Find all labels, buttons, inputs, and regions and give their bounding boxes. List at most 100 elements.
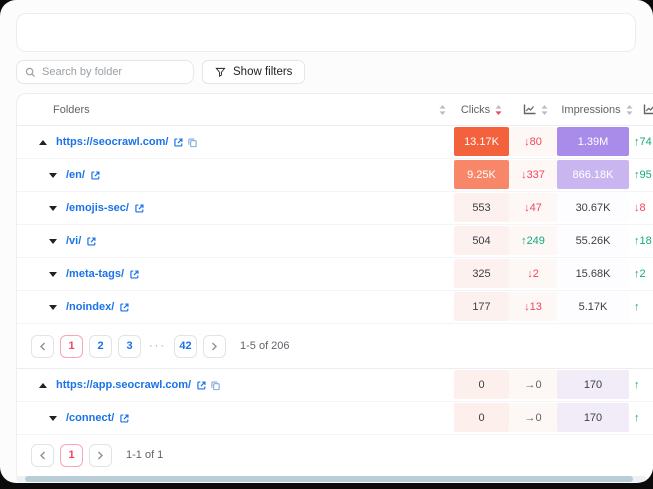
search-box[interactable]: [16, 60, 194, 84]
page-button-2[interactable]: 2: [89, 335, 112, 358]
external-link-icon[interactable]: [119, 302, 130, 313]
expander-toggle-icon[interactable]: [39, 383, 47, 388]
impressions-cell: 15.68K: [557, 259, 629, 288]
sort-icon-active-desc[interactable]: [495, 105, 502, 115]
pagination-ellipsis: ···: [149, 340, 166, 352]
expander-toggle-icon[interactable]: [49, 272, 57, 277]
folder-cell: /noindex/: [17, 291, 454, 323]
prev-page-button[interactable]: [31, 444, 54, 467]
impressions-delta-cell: ↑95: [629, 160, 653, 189]
external-link-icon[interactable]: [134, 203, 145, 214]
folder-cell: /emojis-sec/: [17, 192, 454, 224]
external-link-icon[interactable]: [86, 236, 97, 247]
folder-link[interactable]: /noindex/: [66, 301, 114, 313]
table-row: /vi/ 504 ↑249 55.26K ↑18: [17, 225, 653, 258]
external-link-icon[interactable]: [129, 269, 140, 280]
impressions-cell: 55.26K: [557, 226, 629, 255]
impressions-cell: 170: [557, 403, 629, 432]
clicks-delta-cell: ↑249: [509, 226, 557, 255]
folder-cell: /connect/: [17, 402, 454, 434]
table-row: https://seocrawl.com/ 13.17K ↓80 1.39M ↑…: [17, 126, 653, 159]
table-row: /connect/ 0 →0 170 ↑: [17, 402, 653, 435]
summary-card: [16, 13, 636, 52]
expander-toggle-icon[interactable]: [49, 305, 57, 310]
folders-table: Folders Clicks Impressions: [16, 93, 653, 482]
horizontal-scrollbar-thumb[interactable]: [25, 476, 633, 482]
expander-toggle-icon[interactable]: [49, 206, 57, 211]
expander-toggle-icon[interactable]: [49, 239, 57, 244]
impressions-delta-cell: ↑: [629, 292, 653, 321]
clicks-delta-cell: ↓337: [509, 160, 557, 189]
copy-icon[interactable]: [210, 380, 221, 391]
sort-icon[interactable]: [541, 105, 548, 115]
pagination-summary: 1-1 of 1: [126, 449, 163, 461]
table-row: /en/ 9.25K ↓337 866.18K ↑95: [17, 159, 653, 192]
clicks-cell: 13.17K: [454, 127, 509, 156]
clicks-cell: 0: [454, 403, 509, 432]
folder-link[interactable]: /meta-tags/: [66, 268, 124, 280]
expander-toggle-icon[interactable]: [39, 140, 47, 145]
expander-toggle-icon[interactable]: [49, 173, 57, 178]
clicks-delta-cell: →0: [509, 370, 557, 399]
impressions-cell: 170: [557, 370, 629, 399]
table-row: /noindex/ 177 ↓13 5.17K ↑: [17, 291, 653, 324]
page-buttons: 123 ··· 42: [60, 335, 197, 358]
pagination-row: 123 ··· 42 1-5 of 206: [17, 324, 653, 369]
show-filters-button[interactable]: Show filters: [202, 60, 305, 84]
folder-link[interactable]: /en/: [66, 169, 85, 181]
impressions-delta-cell: ↑18: [629, 226, 653, 255]
clicks-delta-cell: →0: [509, 403, 557, 432]
impressions-delta-cell: ↓8: [629, 193, 653, 222]
clicks-cell: 553: [454, 193, 509, 222]
next-page-button[interactable]: [203, 335, 226, 358]
folder-link[interactable]: https://seocrawl.com/: [56, 136, 168, 148]
folder-cell: /en/: [17, 159, 454, 191]
copy-icon[interactable]: [187, 137, 198, 148]
filter-funnel-icon: [215, 67, 226, 78]
folder-cell: /meta-tags/: [17, 258, 454, 290]
pagination-row: 1 1-1 of 1: [17, 435, 653, 475]
table-row: /meta-tags/ 325 ↓2 15.68K ↑2: [17, 258, 653, 291]
clicks-delta-cell: ↓47: [509, 193, 557, 222]
table-header-row: Folders Clicks Impressions: [17, 94, 653, 126]
external-link-icon[interactable]: [119, 413, 130, 424]
clicks-cell: 0: [454, 370, 509, 399]
search-icon: [25, 67, 36, 78]
clicks-cell: 325: [454, 259, 509, 288]
impressions-cell: 866.18K: [557, 160, 629, 189]
expander-toggle-icon[interactable]: [49, 416, 57, 421]
folders-column-label: Folders: [53, 104, 90, 116]
clicks-cell: 504: [454, 226, 509, 255]
page-button-1[interactable]: 1: [60, 444, 83, 467]
sort-icon[interactable]: [439, 105, 446, 115]
page-button-42[interactable]: 42: [174, 335, 197, 358]
clicks-delta-cell: ↓2: [509, 259, 557, 288]
search-input[interactable]: [42, 66, 185, 78]
folder-link[interactable]: /emojis-sec/: [66, 202, 129, 214]
table-row: /emojis-sec/ 553 ↓47 30.67K ↓8: [17, 192, 653, 225]
table-body: https://seocrawl.com/ 13.17K ↓80 1.39M ↑…: [17, 126, 653, 475]
page-button-3[interactable]: 3: [118, 335, 141, 358]
app-window: Show filters Folders Clicks: [0, 0, 653, 483]
impressions-cell: 5.17K: [557, 292, 629, 321]
page-buttons: 1: [60, 444, 83, 467]
external-link-icon[interactable]: [173, 137, 184, 148]
external-link-icon[interactable]: [196, 380, 207, 391]
folder-link[interactable]: /connect/: [66, 412, 114, 424]
page-button-1[interactable]: 1: [60, 335, 83, 358]
impressions-cell: 1.39M: [557, 127, 629, 156]
show-filters-label: Show filters: [233, 66, 292, 78]
external-link-icon[interactable]: [90, 170, 101, 181]
next-page-button[interactable]: [89, 444, 112, 467]
folder-link[interactable]: https://app.seocrawl.com/: [56, 379, 191, 391]
clicks-delta-cell: ↓80: [509, 127, 557, 156]
impressions-column-label: Impressions: [561, 104, 620, 116]
clicks-cell: 177: [454, 292, 509, 321]
folder-link[interactable]: /vi/: [66, 235, 81, 247]
trend-chart-icon: [643, 104, 653, 115]
impressions-cell: 30.67K: [557, 193, 629, 222]
sort-icon[interactable]: [626, 105, 633, 115]
prev-page-button[interactable]: [31, 335, 54, 358]
clicks-column-label: Clicks: [461, 104, 490, 116]
pagination-summary: 1-5 of 206: [240, 340, 290, 352]
